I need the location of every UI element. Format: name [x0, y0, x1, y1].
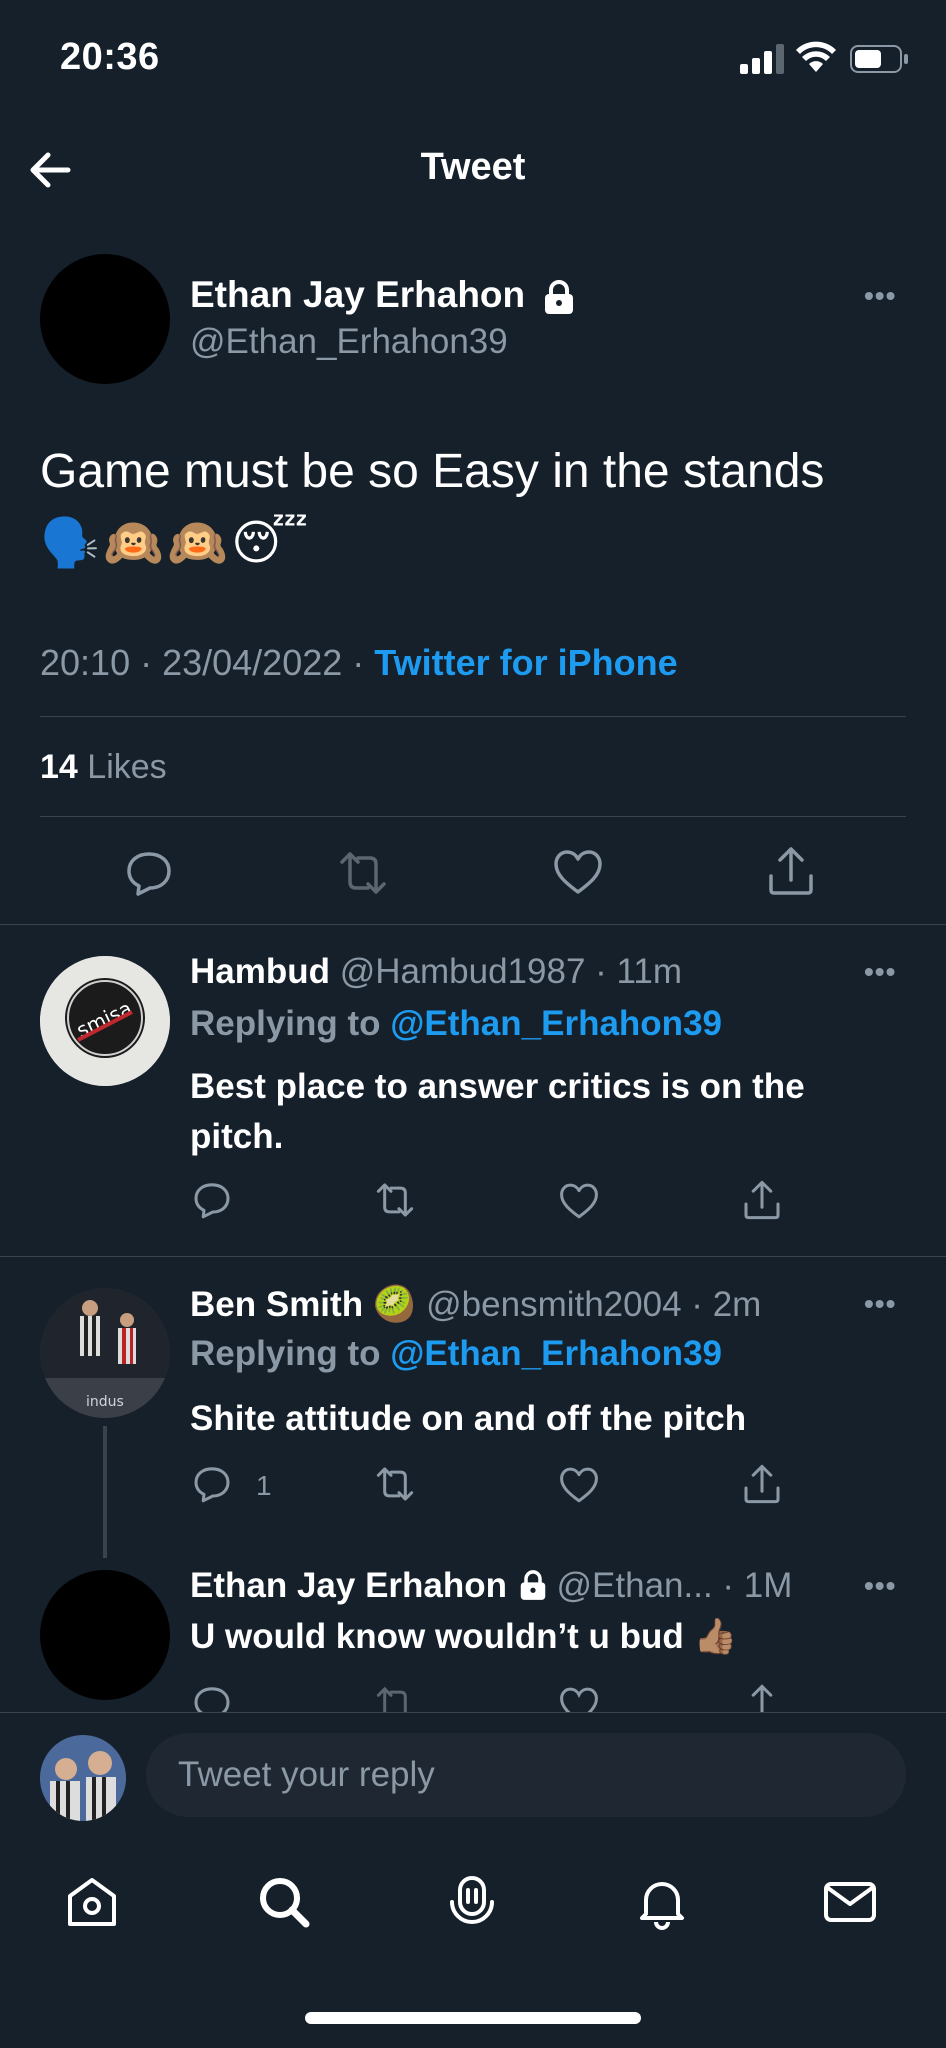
- share-icon[interactable]: [766, 844, 816, 898]
- user-avatar[interactable]: [40, 1735, 126, 1821]
- reply-icon[interactable]: [192, 1464, 232, 1504]
- reply-header: Ben Smith 🥝 @bensmith2004 · 2m: [190, 1285, 762, 1324]
- battery-icon: [850, 45, 908, 73]
- user-photo-icon: [40, 1735, 126, 1821]
- page-title: Tweet: [420, 146, 526, 188]
- reply-header: Ethan Jay Erhahon @Ethan... · 1M: [190, 1566, 793, 1605]
- author-handle[interactable]: @Ethan_Erhahon39: [190, 322, 508, 362]
- tweet-meta: 20:10 · 23/04/2022 · Twitter for iPhone: [40, 642, 678, 683]
- lock-icon: [545, 280, 574, 315]
- more-options-button[interactable]: •••: [864, 280, 896, 312]
- likes-count[interactable]: 14 Likes: [40, 748, 167, 787]
- reply-count: 1: [256, 1470, 272, 1501]
- mention-link[interactable]: @Ethan_Erhahon39: [390, 1004, 722, 1043]
- divider: [0, 924, 946, 925]
- divider: [40, 716, 906, 717]
- bottom-tab-bar: [0, 1832, 946, 2048]
- retweet-icon[interactable]: [372, 1180, 418, 1220]
- reply-text: Shite attitude on and off the pitch: [190, 1399, 747, 1438]
- reply-compose-bar: Tweet your reply: [0, 1712, 946, 1832]
- like-icon[interactable]: [552, 848, 604, 896]
- tweet-text: Game must be so Easy in the stands: [40, 445, 825, 498]
- reply-header: Hambud @Hambud1987 · 11m: [190, 952, 683, 991]
- reply-author-handle[interactable]: @Hambud1987: [340, 952, 586, 991]
- messages-icon[interactable]: [820, 1872, 880, 1932]
- tweet-source-link[interactable]: Twitter for iPhone: [374, 642, 677, 683]
- home-icon[interactable]: [62, 1872, 122, 1932]
- more-options-button[interactable]: •••: [864, 956, 896, 988]
- reply-timestamp: 11m: [616, 952, 683, 991]
- reply-avatar[interactable]: smisa: [40, 956, 170, 1086]
- reply-author-handle[interactable]: @Ethan...: [557, 1566, 713, 1605]
- reply-text: U would know wouldn’t u bud 👍🏽: [190, 1617, 738, 1656]
- replying-to: Replying to @Ethan_Erhahon39: [190, 1004, 722, 1043]
- reply-author-name[interactable]: Ethan Jay Erhahon: [190, 1566, 507, 1605]
- thread-connector-line: [103, 1426, 107, 1558]
- reply-author-name[interactable]: Hambud: [190, 952, 330, 991]
- wifi-icon: [796, 41, 836, 72]
- reply-text: Best place to answer critics is on the p…: [190, 1067, 805, 1156]
- notifications-icon[interactable]: [632, 1872, 692, 1932]
- avatar-text: indus: [86, 1394, 124, 1410]
- lock-icon: [520, 1569, 546, 1600]
- reply-author-handle[interactable]: @bensmith2004: [426, 1285, 681, 1324]
- status-bar: 20:36: [0, 0, 946, 118]
- share-icon[interactable]: [742, 1178, 782, 1222]
- nav-bar: Tweet: [0, 118, 946, 218]
- divider: [40, 816, 906, 817]
- reply-avatar[interactable]: [40, 1570, 170, 1700]
- like-icon[interactable]: [558, 1466, 600, 1504]
- author-name[interactable]: Ethan Jay Erhahon: [190, 274, 575, 316]
- retweet-icon[interactable]: [334, 848, 392, 898]
- retweet-icon[interactable]: [372, 1464, 418, 1504]
- reply-timestamp: 1M: [743, 1566, 793, 1605]
- reply-input[interactable]: Tweet your reply: [146, 1733, 906, 1817]
- reply-author-name[interactable]: Ben Smith: [190, 1285, 363, 1324]
- author-avatar[interactable]: [40, 254, 170, 384]
- replying-to: Replying to @Ethan_Erhahon39: [190, 1334, 722, 1373]
- home-indicator: [305, 2012, 641, 2024]
- tweet-emojis: 🗣️🙉🙉😴: [40, 517, 313, 570]
- football-photo-icon: indus: [40, 1288, 170, 1418]
- share-icon[interactable]: [742, 1462, 782, 1506]
- reply-icon[interactable]: [124, 848, 174, 898]
- reply-avatar[interactable]: indus: [40, 1288, 170, 1418]
- spaces-icon[interactable]: [442, 1872, 502, 1932]
- divider: [0, 1256, 946, 1257]
- kiwi-badge: 🥝: [372, 1285, 417, 1324]
- search-icon[interactable]: [254, 1872, 314, 1932]
- more-options-button[interactable]: •••: [864, 1570, 896, 1602]
- cellular-signal-icon: [740, 44, 784, 74]
- mention-link[interactable]: @Ethan_Erhahon39: [390, 1334, 722, 1373]
- reply-timestamp: 2m: [712, 1285, 762, 1324]
- status-time: 20:36: [60, 36, 160, 78]
- smisa-badge-icon: smisa: [40, 956, 170, 1086]
- like-icon[interactable]: [558, 1182, 600, 1220]
- more-options-button[interactable]: •••: [864, 1288, 896, 1320]
- reply-icon[interactable]: [192, 1180, 232, 1220]
